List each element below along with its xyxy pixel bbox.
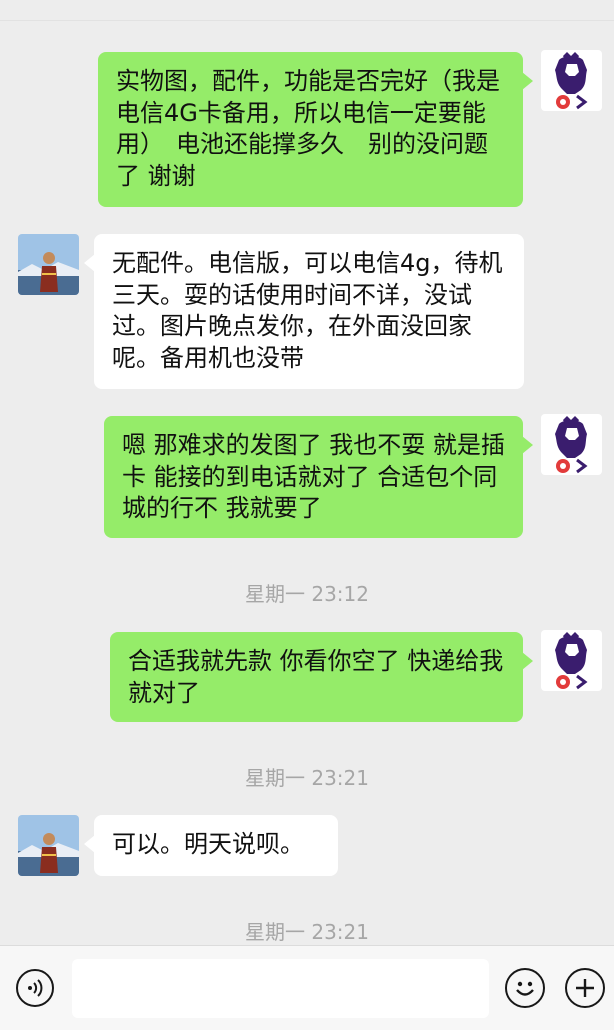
avatar-self[interactable] (541, 50, 602, 111)
add-button[interactable] (565, 968, 605, 1008)
message-bubble-sent[interactable]: 合适我就先款 你看你空了 快递给我就对了 (110, 632, 533, 722)
avatar-self[interactable] (541, 630, 602, 691)
emoji-icon (516, 981, 534, 996)
top-separator (0, 0, 614, 21)
add-icon (576, 979, 594, 997)
message-bubble-sent[interactable]: 实物图，配件，功能是否完好（我是电信4G卡备用，所以电信一定要能用） 电池还能撑… (98, 52, 533, 207)
avatar-contact[interactable] (18, 234, 79, 295)
timestamp: 星期一 23:21 (245, 920, 369, 944)
message-bubble-received[interactable]: 可以。明天说呗。 (84, 815, 338, 876)
message-bubble-received[interactable]: 无配件。电信版，可以电信4g，待机三天。耍的话使用时间不详，没试过。图片晚点发你… (84, 234, 524, 389)
avatar-contact[interactable] (18, 815, 79, 876)
emoji-button[interactable] (505, 968, 545, 1008)
timestamp: 星期一 23:12 (245, 582, 369, 606)
message-input[interactable] (72, 959, 489, 1018)
chat-input-bar (0, 945, 614, 1030)
avatar-self[interactable] (541, 414, 602, 475)
voice-button[interactable] (16, 969, 54, 1007)
timestamp: 星期一 23:21 (245, 766, 369, 790)
message-bubble-sent[interactable]: 嗯 那难求的发图了 我也不耍 就是插卡 能接的到电话就对了 合适包个同城的行不 … (104, 416, 533, 538)
voice-icon (28, 979, 43, 997)
